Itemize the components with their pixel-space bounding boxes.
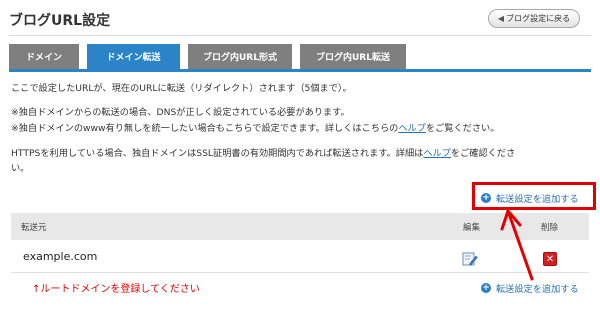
- help-link[interactable]: ヘルプ: [398, 123, 426, 134]
- annotation-arrow-icon: [500, 209, 534, 281]
- www-note: ※独自ドメインのwww有り無しを統一したい場合もこちらで設定できます。詳しくはこ…: [11, 120, 499, 134]
- column-header-edit: 編集: [463, 222, 481, 233]
- back-to-blog-settings-button[interactable]: ◀ ブログ設定に戻る: [488, 9, 580, 28]
- dns-note: ※独自ドメインからの転送の場合、DNSが正しく設定されている必要があります。: [11, 107, 350, 118]
- tab-domain-forwarding[interactable]: ドメイン転送: [87, 44, 180, 69]
- www-note-suffix: をご覧ください。: [425, 123, 500, 134]
- https-note-text: HTTPSを利用している場合、独自ドメインはSSL証明書の有効期間内であれば転送…: [11, 148, 424, 159]
- plus-circle-icon: +: [481, 283, 491, 293]
- add-forwarding-link-bottom[interactable]: + 転送設定を追加する: [481, 281, 579, 295]
- tab-underline: [9, 69, 591, 72]
- column-header-delete: 削除: [541, 222, 559, 233]
- left-arrow-icon: ◀: [497, 14, 505, 23]
- tab-blog-url-forwarding[interactable]: ブログ内URL転送: [300, 44, 406, 69]
- tab-domain[interactable]: ドメイン: [9, 44, 79, 69]
- description-text: ここで設定したURLが、現在のURLに転送（リダイレクト）されます（5個まで）。: [11, 83, 352, 94]
- www-note-text: ※独自ドメインのwww有り無しを統一したい場合もこちらで設定できます。詳しくはこ…: [11, 123, 399, 134]
- add-forwarding-label: 転送設定を追加する: [496, 284, 579, 295]
- https-note-suffix: をご確認くださ: [450, 148, 516, 159]
- https-help-link[interactable]: ヘルプ: [423, 148, 451, 159]
- title-divider: [9, 35, 591, 36]
- add-forwarding-link-top[interactable]: + 転送設定を追加する: [481, 191, 579, 205]
- https-note-line2: い。: [11, 163, 30, 174]
- column-header-source: 転送元: [21, 222, 47, 233]
- add-forwarding-label: 転送設定を追加する: [496, 194, 579, 205]
- annotation-note: ↑ルートドメインを登録してください: [32, 284, 200, 295]
- https-note: HTTPSを利用している場合、独自ドメインはSSL証明書の有効期間内であれば転送…: [11, 145, 515, 159]
- tab-blog-url-format[interactable]: ブログ内URL形式: [188, 44, 292, 69]
- delete-icon[interactable]: ✕: [543, 252, 557, 266]
- edit-icon[interactable]: [462, 252, 478, 266]
- back-button-label: ブログ設定に戻る: [506, 14, 571, 23]
- page-title: ブログURL設定: [9, 13, 111, 29]
- source-domain: example.com: [23, 250, 98, 263]
- plus-circle-icon: +: [481, 193, 491, 203]
